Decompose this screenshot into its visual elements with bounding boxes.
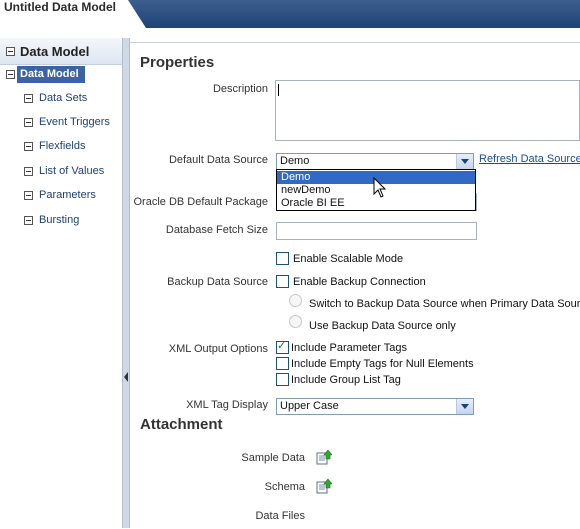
tree-item-list-of-values[interactable]: List of Values <box>24 164 120 180</box>
chevron-down-icon[interactable] <box>456 154 473 169</box>
tree-item-flexfields[interactable]: Flexfields <box>24 139 120 155</box>
default-data-source-select[interactable]: Demo <box>276 153 474 170</box>
tree-item-bursting[interactable]: Bursting <box>24 213 120 229</box>
collapse-toggle-icon[interactable] <box>24 167 33 176</box>
properties-heading: Properties <box>140 54 215 71</box>
group-list-tag-label: Include Group List Tag <box>291 374 401 386</box>
tree-item-label[interactable]: List of Values <box>39 165 104 177</box>
collapse-toggle-icon[interactable] <box>24 216 33 225</box>
description-textarea[interactable] <box>275 80 580 141</box>
left-panel-title: Data Model <box>20 44 90 59</box>
collapse-toggle-icon[interactable] <box>24 191 33 200</box>
tree-item-label[interactable]: Event Triggers <box>39 116 110 128</box>
collapse-arrow-icon[interactable] <box>124 372 128 382</box>
parameter-tags-label: Include Parameter Tags <box>291 342 407 354</box>
parameter-tags-checkbox[interactable] <box>276 339 289 354</box>
description-label: Description <box>212 83 268 95</box>
attachment-heading: Attachment <box>140 416 223 433</box>
tree-item-data-sets[interactable]: Data Sets <box>24 91 120 107</box>
collapse-toggle-icon[interactable] <box>24 118 33 127</box>
left-panel: Data Model Data Model Data Sets Event Tr… <box>0 38 123 528</box>
backup-data-source-label: Backup Data Source <box>167 276 268 288</box>
window-title: Untitled Data Model <box>4 0 117 14</box>
oracle-db-package-label: Oracle DB Default Package <box>133 196 268 208</box>
title-tab[interactable]: Untitled Data Model <box>0 0 146 28</box>
refresh-data-source-link[interactable]: Refresh Data Source <box>479 153 580 165</box>
xml-output-options-label: XML Output Options <box>168 343 268 355</box>
tree-root-data-model[interactable]: Data Model <box>20 68 79 80</box>
tree-item-label[interactable]: Bursting <box>39 214 79 226</box>
backup-connection-label: Enable Backup Connection <box>293 276 426 288</box>
default-data-source-label: Default Data Source <box>168 154 268 166</box>
select-value: Demo <box>280 155 310 167</box>
fetch-size-label: Database Fetch Size <box>165 224 268 236</box>
backup-connection-checkbox[interactable] <box>276 275 289 288</box>
scalable-mode-checkbox[interactable] <box>276 252 289 265</box>
panel-splitter[interactable] <box>122 38 130 528</box>
tree-item-parameters[interactable]: Parameters <box>24 188 120 204</box>
chevron-down-icon[interactable] <box>456 399 473 414</box>
collapse-toggle-icon[interactable] <box>24 94 33 103</box>
select-value: Upper Case <box>280 400 339 412</box>
fetch-size-input[interactable] <box>276 222 477 240</box>
sample-data-label: Sample Data <box>241 452 305 464</box>
collapse-toggle-icon[interactable] <box>24 142 33 151</box>
xml-tag-display-label: XML Tag Display <box>186 399 268 411</box>
switch-backup-radio[interactable] <box>289 294 302 307</box>
upload-icon[interactable] <box>316 449 332 465</box>
upload-icon[interactable] <box>316 478 332 494</box>
tree-item-label[interactable]: Data Sets <box>39 92 87 104</box>
scalable-mode-label: Enable Scalable Mode <box>293 253 404 265</box>
group-list-tag-checkbox[interactable] <box>276 373 289 386</box>
empty-tags-label: Include Empty Tags for Null Elements <box>291 358 474 370</box>
tree-item-label[interactable]: Flexfields <box>39 140 85 152</box>
collapse-toggle-icon[interactable] <box>6 47 15 56</box>
collapse-toggle-icon[interactable] <box>6 70 15 79</box>
xml-tag-display-select[interactable]: Upper Case <box>276 398 474 415</box>
tree-item-label[interactable]: Parameters <box>39 189 96 201</box>
data-files-label: Data Files <box>255 510 305 522</box>
use-backup-only-radio[interactable] <box>289 315 302 328</box>
title-bar: Untitled Data Model <box>0 0 580 28</box>
text-caret <box>278 84 279 96</box>
mouse-cursor-icon <box>373 177 387 198</box>
schema-label: Schema <box>264 481 305 493</box>
switch-backup-label: Switch to Backup Data Source when Primar… <box>309 298 580 310</box>
left-panel-header: Data Model <box>0 38 122 65</box>
use-backup-only-label: Use Backup Data Source only <box>309 320 456 332</box>
tree-item-event-triggers[interactable]: Event Triggers <box>24 115 120 131</box>
empty-tags-checkbox[interactable] <box>276 357 289 370</box>
